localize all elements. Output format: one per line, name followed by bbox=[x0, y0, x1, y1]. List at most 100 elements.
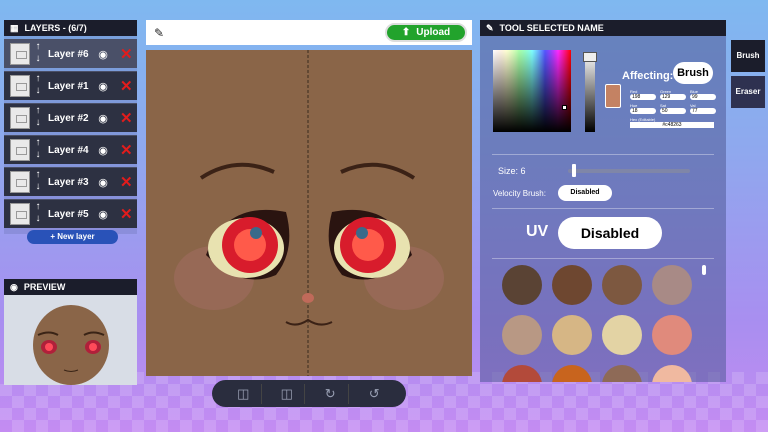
layer-thumbnail bbox=[10, 139, 30, 161]
layers-icon: ▦ bbox=[10, 22, 19, 33]
delete-icon[interactable]: ✕ bbox=[120, 77, 133, 95]
palette-swatch[interactable] bbox=[602, 265, 642, 305]
upload-icon: ⬆ bbox=[401, 27, 411, 38]
tab-eraser[interactable]: Eraser bbox=[731, 76, 765, 108]
preview-panel-title: PREVIEW bbox=[23, 282, 66, 292]
palette-swatch[interactable] bbox=[552, 315, 592, 355]
uv-toggle[interactable]: Disabled bbox=[558, 217, 662, 249]
layer-row[interactable]: ↑ ↓ Layer #6 ◉ ✕ bbox=[4, 39, 137, 68]
palette-swatch[interactable] bbox=[602, 365, 642, 382]
delete-icon[interactable]: ✕ bbox=[120, 173, 133, 191]
palette-swatch[interactable] bbox=[502, 365, 542, 382]
palette-swatch[interactable] bbox=[652, 365, 692, 382]
tab-brush[interactable]: Brush bbox=[731, 40, 765, 72]
eye-icon: ◉ bbox=[10, 281, 18, 292]
upload-button[interactable]: ⬆ Upload bbox=[385, 23, 467, 42]
texture-canvas[interactable] bbox=[146, 50, 472, 376]
pencil-icon: ✎ bbox=[486, 22, 494, 33]
new-layer-button[interactable]: + New layer bbox=[27, 230, 118, 244]
layer-thumbnail bbox=[10, 75, 30, 97]
eye-icon[interactable]: ◉ bbox=[96, 208, 110, 221]
delete-icon[interactable]: ✕ bbox=[120, 205, 133, 223]
size-slider[interactable] bbox=[568, 169, 690, 173]
avatar-preview bbox=[33, 305, 109, 385]
palette-swatch[interactable] bbox=[602, 315, 642, 355]
layer-name: Layer #1 bbox=[48, 80, 89, 92]
palette-swatch[interactable] bbox=[502, 265, 542, 305]
preview-panel: ◉ PREVIEW bbox=[4, 279, 137, 385]
palette-swatch[interactable] bbox=[552, 265, 592, 305]
layer-thumbnail bbox=[10, 107, 30, 129]
uv-label: UV bbox=[526, 223, 549, 240]
palette-swatch[interactable] bbox=[552, 365, 592, 382]
divider bbox=[492, 154, 714, 155]
layer-reorder-handle[interactable]: ↑ ↓ bbox=[32, 105, 44, 131]
layer-row[interactable]: ↑ ↓ Layer #4 ◉ ✕ bbox=[4, 135, 137, 164]
tool-panel-body: Affecting: Brush Red 198 Green 129 Blue 99 … bbox=[480, 36, 726, 382]
green-field[interactable]: 129 bbox=[660, 94, 686, 100]
palette-swatch[interactable] bbox=[652, 265, 692, 305]
layers-panel: ▦ LAYERS - (6/7) ↑ ↓ Layer #6 ◉ ✕ ↑ ↓ Laye… bbox=[4, 20, 137, 252]
layers-panel-header: ▦ LAYERS - (6/7) bbox=[4, 20, 137, 36]
blue-field[interactable]: 99 bbox=[690, 94, 716, 100]
layer-row[interactable]: ↑ ↓ Layer #2 ◉ ✕ bbox=[4, 103, 137, 132]
eye-icon[interactable]: ◉ bbox=[96, 176, 110, 189]
layer-name: Layer #6 bbox=[48, 48, 89, 60]
layer-thumbnail bbox=[10, 203, 30, 225]
layer-name: Layer #4 bbox=[48, 144, 89, 156]
brightness-slider[interactable] bbox=[583, 52, 597, 132]
layer-row[interactable]: ↑ ↓ Layer #1 ◉ ✕ bbox=[4, 71, 137, 100]
tool-panel-title: TOOL SELECTED NAME bbox=[499, 23, 604, 33]
bottom-toolbar: ◫ ◫ ↻ ↺ bbox=[212, 380, 406, 407]
velocity-brush-toggle[interactable]: Disabled bbox=[558, 185, 612, 201]
size-label: Size: 6 bbox=[498, 166, 526, 176]
velocity-brush-label: Velocity Brush: bbox=[493, 189, 546, 198]
layer-reorder-handle[interactable]: ↑ ↓ bbox=[32, 41, 44, 67]
divider bbox=[492, 258, 714, 259]
affecting-label: Affecting: bbox=[622, 70, 674, 82]
mirror-horizontal-icon[interactable]: ◫ bbox=[226, 383, 262, 404]
color-picker-square[interactable] bbox=[493, 50, 571, 132]
tool-panel-header: ✎ TOOL SELECTED NAME bbox=[480, 20, 726, 36]
val-field[interactable]: 77 bbox=[690, 108, 716, 114]
delete-icon[interactable]: ✕ bbox=[120, 45, 133, 63]
eye-icon[interactable]: ◉ bbox=[96, 112, 110, 125]
layer-thumbnail bbox=[10, 171, 30, 193]
layer-row[interactable]: ↑ ↓ Layer #5 ◉ ✕ bbox=[4, 199, 137, 228]
affecting-value[interactable]: Brush bbox=[673, 62, 713, 84]
brightness-slider-knob[interactable] bbox=[583, 52, 597, 62]
sat-field[interactable]: 50 bbox=[660, 108, 686, 114]
layer-reorder-handle[interactable]: ↑ ↓ bbox=[32, 73, 44, 99]
preview-viewport[interactable] bbox=[4, 295, 137, 385]
pencil-icon: ✎ bbox=[154, 25, 165, 40]
delete-icon[interactable]: ✕ bbox=[120, 109, 133, 127]
layer-name: Layer #2 bbox=[48, 112, 89, 124]
eye-icon[interactable]: ◉ bbox=[96, 48, 110, 61]
layers-panel-title: LAYERS - (6/7) bbox=[24, 23, 87, 33]
eye-icon[interactable]: ◉ bbox=[96, 144, 110, 157]
layer-reorder-handle[interactable]: ↑ ↓ bbox=[32, 137, 44, 163]
mirror-vertical-icon[interactable]: ◫ bbox=[269, 383, 306, 404]
top-toolbar: ✎ ⬆ Upload bbox=[146, 20, 472, 45]
palette-scrollbar[interactable] bbox=[702, 265, 706, 275]
layer-name: Layer #3 bbox=[48, 176, 89, 188]
undo-icon[interactable]: ↺ bbox=[356, 384, 392, 404]
layer-thumbnail bbox=[10, 43, 30, 65]
color-picker-cursor[interactable] bbox=[562, 105, 567, 110]
layers-list: ↑ ↓ Layer #6 ◉ ✕ ↑ ↓ Layer #1 ◉ ✕ ↑ ↓ Layer… bbox=[4, 36, 137, 234]
layer-reorder-handle[interactable]: ↑ ↓ bbox=[32, 201, 44, 227]
layer-name: Layer #5 bbox=[48, 208, 89, 220]
upload-label: Upload bbox=[416, 27, 451, 38]
preview-panel-header: ◉ PREVIEW bbox=[4, 279, 137, 295]
delete-icon[interactable]: ✕ bbox=[120, 141, 133, 159]
red-field[interactable]: 198 bbox=[630, 94, 656, 100]
palette-swatch[interactable] bbox=[652, 315, 692, 355]
size-slider-knob[interactable] bbox=[572, 164, 577, 177]
redo-icon[interactable]: ↻ bbox=[313, 383, 349, 404]
eye-icon[interactable]: ◉ bbox=[96, 80, 110, 93]
layer-row[interactable]: ↑ ↓ Layer #3 ◉ ✕ bbox=[4, 167, 137, 196]
hue-field[interactable]: 18 bbox=[630, 108, 656, 114]
hex-field[interactable]: #c48263 bbox=[630, 122, 714, 128]
layer-reorder-handle[interactable]: ↑ ↓ bbox=[32, 169, 44, 195]
palette-swatch[interactable] bbox=[502, 315, 542, 355]
